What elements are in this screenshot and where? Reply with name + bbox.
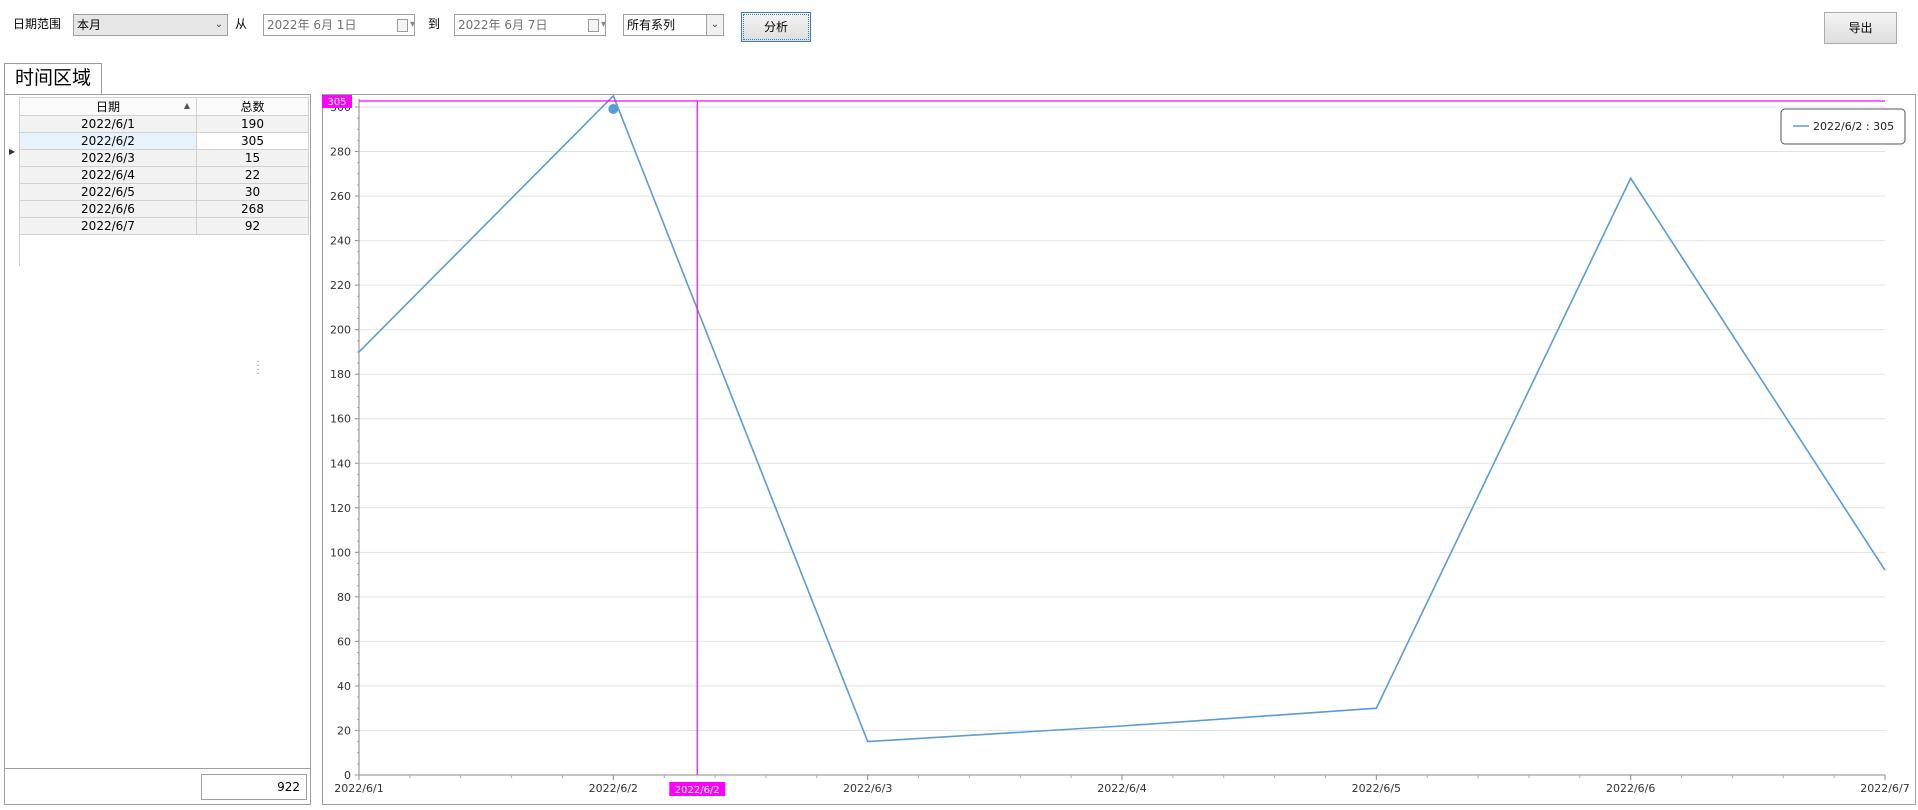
date-range-select[interactable]: 本月 ⌄ bbox=[73, 14, 228, 36]
y-tick-label: 20 bbox=[337, 724, 351, 737]
y-tick-label: 120 bbox=[330, 502, 351, 515]
x-tick-label: 2022/6/1 bbox=[334, 782, 383, 795]
y-tick-label: 140 bbox=[330, 457, 351, 470]
table-cell-date[interactable]: 2022/6/6 bbox=[19, 200, 197, 218]
calendar-icon[interactable] bbox=[397, 15, 415, 35]
column-header-date[interactable]: 日期 ▲ bbox=[19, 97, 197, 116]
y-tick-label: 200 bbox=[330, 324, 351, 337]
panel-splitter-handle[interactable]: · · · · bbox=[255, 358, 261, 380]
x-tick-label: 2022/6/3 bbox=[843, 782, 892, 795]
y-tick-label: 280 bbox=[330, 146, 351, 159]
y-tick-label: 0 bbox=[344, 769, 351, 782]
grid-footer-divider bbox=[5, 768, 310, 769]
crosshair-x-label: 2022/6/2 bbox=[675, 785, 720, 796]
x-tick-label: 2022/6/5 bbox=[1352, 782, 1401, 795]
table-cell-date[interactable]: 2022/6/1 bbox=[19, 115, 197, 133]
current-row-indicator-icon: ▶ bbox=[9, 147, 16, 156]
y-tick-label: 60 bbox=[337, 635, 351, 648]
data-grid[interactable]: 日期 ▲ 总数 2022/6/1 190 2022/6/2 305 2022/6/3… bbox=[19, 97, 309, 235]
x-tick-label: 2022/6/4 bbox=[1097, 782, 1146, 795]
from-date-value: 2022年 6月 1日 bbox=[267, 18, 357, 32]
table-cell-date[interactable]: 2022/6/4 bbox=[19, 166, 197, 184]
to-label: 到 bbox=[428, 17, 441, 31]
date-range-value: 本月 bbox=[77, 18, 102, 32]
row-selector-column[interactable] bbox=[5, 97, 20, 266]
column-header-total[interactable]: 总数 bbox=[196, 97, 309, 116]
chevron-down-icon[interactable]: ⌄ bbox=[211, 15, 227, 35]
analyze-button[interactable]: 分析 bbox=[741, 12, 811, 42]
table-cell-date[interactable]: 2022/6/5 bbox=[19, 183, 197, 201]
table-cell-total[interactable]: 305 bbox=[196, 132, 309, 150]
y-tick-label: 160 bbox=[330, 413, 351, 426]
export-button[interactable]: 导出 bbox=[1824, 12, 1897, 44]
date-range-label: 日期范围 bbox=[13, 17, 62, 31]
y-tick-label: 100 bbox=[330, 546, 351, 559]
table-cell-date[interactable]: 2022/6/7 bbox=[19, 217, 197, 235]
chevron-down-icon[interactable]: ⌄ bbox=[706, 15, 723, 35]
highlighted-data-point bbox=[608, 104, 619, 114]
table-cell-total[interactable]: 92 bbox=[196, 217, 309, 235]
table-cell-total[interactable]: 15 bbox=[196, 149, 309, 167]
series-select[interactable]: 所有系列 ⌄ bbox=[623, 14, 724, 36]
tooltip-text: 2022/6/2 : 305 bbox=[1813, 120, 1894, 133]
line-chart[interactable]: 0 20 40 60 80 100 120 140 160 180 200 220 240 260 280 3… bbox=[322, 94, 1916, 805]
y-tick-label: 40 bbox=[337, 680, 351, 693]
x-tick-label: 2022/6/6 bbox=[1606, 782, 1655, 795]
series-value: 所有系列 bbox=[627, 18, 676, 32]
y-tick-label: 180 bbox=[330, 368, 351, 381]
table-cell-date[interactable]: 2022/6/2 bbox=[19, 132, 197, 150]
from-date-picker[interactable]: 2022年 6月 1日 bbox=[263, 14, 415, 36]
table-cell-total[interactable]: 190 bbox=[196, 115, 309, 133]
x-tick-label: 2022/6/2 bbox=[589, 782, 638, 795]
table-cell-total[interactable]: 22 bbox=[196, 166, 309, 184]
to-date-picker[interactable]: 2022年 6月 7日 bbox=[454, 14, 606, 36]
y-tick-label: 240 bbox=[330, 235, 351, 248]
sort-ascending-icon: ▲ bbox=[183, 101, 190, 110]
y-tick-label: 220 bbox=[330, 279, 351, 292]
y-tick-label: 260 bbox=[330, 190, 351, 203]
column-header-date-label: 日期 bbox=[95, 100, 120, 114]
tab-time-region[interactable]: 时间区域 bbox=[4, 63, 103, 94]
crosshair-y-label: 305 bbox=[327, 97, 346, 108]
from-label: 从 bbox=[235, 17, 248, 31]
table-cell-total[interactable]: 30 bbox=[196, 183, 309, 201]
x-tick-label: 2022/6/7 bbox=[1860, 782, 1909, 795]
calendar-icon[interactable] bbox=[588, 15, 606, 35]
to-date-value: 2022年 6月 7日 bbox=[458, 18, 548, 32]
table-cell-date[interactable]: 2022/6/3 bbox=[19, 149, 197, 167]
grid-footer-total: 922 bbox=[201, 774, 307, 800]
table-cell-total[interactable]: 268 bbox=[196, 200, 309, 218]
y-tick-label: 80 bbox=[337, 591, 351, 604]
